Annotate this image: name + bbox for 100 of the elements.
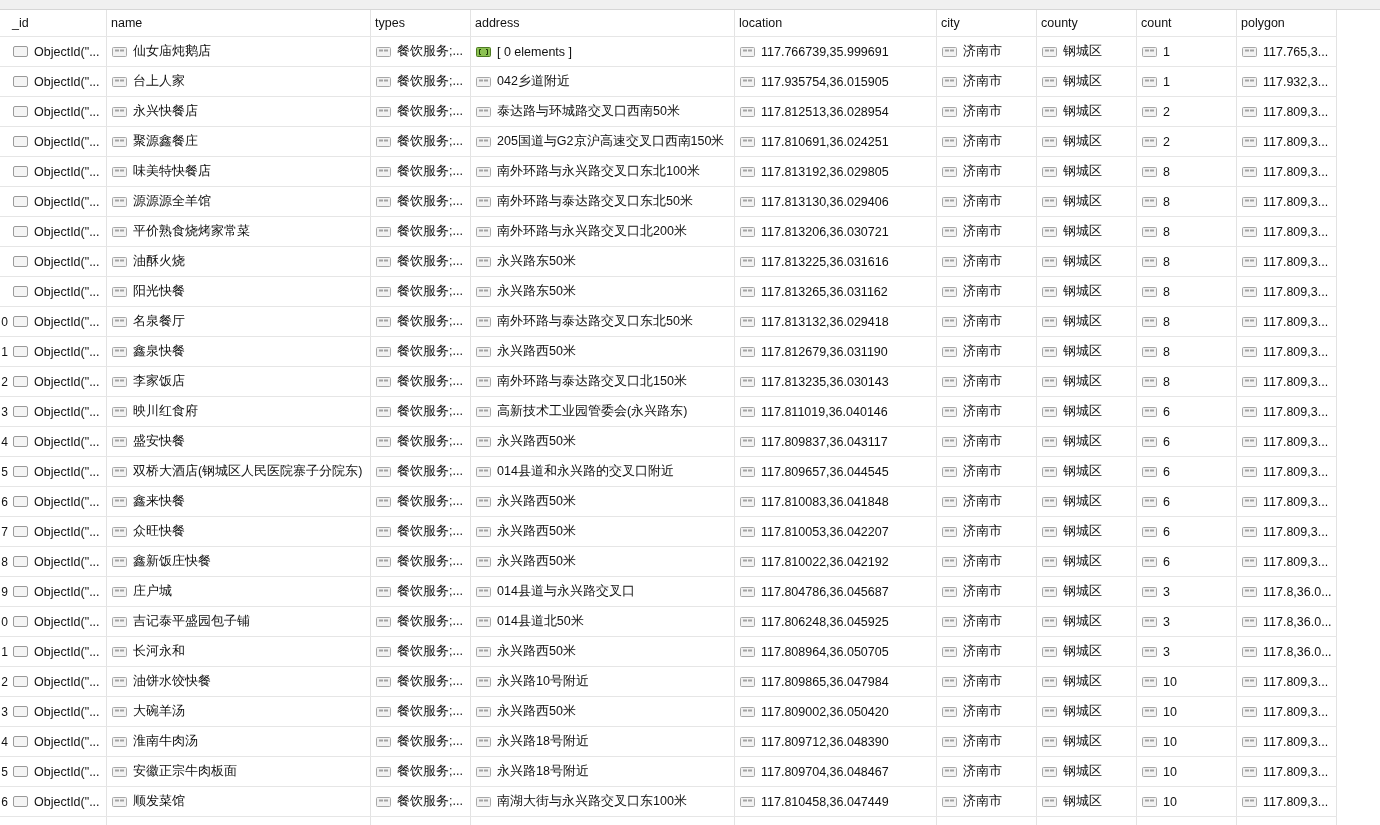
table-cell: 117.812513,36.028954 (761, 104, 889, 119)
quote-icon (476, 676, 491, 687)
quote-icon (1142, 766, 1157, 777)
row-number: 0 (1, 314, 8, 329)
table-cell: 117.8,36.0... (1263, 644, 1332, 659)
quote-icon (1042, 376, 1057, 387)
table-cell: 117.810691,36.024251 (761, 134, 889, 149)
table-cell: 济南市 (963, 283, 1002, 300)
table-cell: 117.809,3... (1263, 434, 1329, 449)
table-cell: 餐饮服务;... (397, 313, 463, 330)
column-header[interactable]: county (1041, 16, 1078, 30)
quote-icon (1042, 136, 1057, 147)
quote-icon (1042, 106, 1057, 117)
table-cell: 济南市 (963, 313, 1002, 330)
quote-icon (740, 376, 755, 387)
quote-icon (1042, 706, 1057, 717)
quote-icon (1242, 556, 1257, 567)
table-cell: 042乡道附近 (497, 73, 570, 90)
table-cell: ObjectId("... (34, 134, 100, 149)
quote-icon (1042, 796, 1057, 807)
column-header[interactable]: name (111, 16, 143, 30)
quote-icon (1242, 736, 1257, 747)
row-number: 1 (1, 644, 8, 659)
quote-icon (942, 436, 957, 447)
table-cell: 济南市 (963, 223, 1002, 240)
column-header[interactable]: polygon (1241, 16, 1285, 30)
quote-icon (112, 286, 127, 297)
quote-icon (376, 676, 391, 687)
quote-icon (1042, 736, 1057, 747)
quote-icon (112, 256, 127, 267)
table-cell: 117.813132,36.029418 (761, 314, 889, 329)
table-cell: 117.813130,36.029406 (761, 194, 889, 209)
table-cell: 南湖大街与永兴路交叉口东100米 (497, 793, 687, 810)
quote-icon (1042, 226, 1057, 237)
table-cell: 2 (1163, 104, 1170, 119)
table-cell: 餐饮服务;... (397, 733, 463, 750)
quote-icon (942, 796, 957, 807)
table-cell: 油酥火烧 (133, 253, 185, 270)
row-number: 5 (1, 764, 8, 779)
column-header[interactable]: count (1141, 16, 1172, 30)
table-cell: 117.804786,36.045687 (761, 584, 889, 599)
table-cell: 济南市 (963, 133, 1002, 150)
table-cell: 1 (1163, 74, 1170, 89)
table-cell: 钢城区 (1063, 493, 1102, 510)
table-cell: 钢城区 (1063, 373, 1102, 390)
column-header[interactable]: location (739, 16, 783, 30)
table-cell: ObjectId("... (34, 284, 100, 299)
quote-icon (1242, 226, 1257, 237)
quote-icon (1142, 646, 1157, 657)
quote-icon (112, 76, 127, 87)
quote-icon (476, 376, 491, 387)
table-cell: 钢城区 (1063, 283, 1102, 300)
table-cell: 济南市 (963, 73, 1002, 90)
quote-icon (476, 316, 491, 327)
table-cell: 济南市 (963, 583, 1002, 600)
table-cell: 餐饮服务;... (397, 793, 463, 810)
quote-icon (112, 316, 127, 327)
table-cell: 117.809,3... (1263, 764, 1329, 779)
table-cell: 117.809,3... (1263, 284, 1329, 299)
square-icon (13, 496, 28, 507)
quote-icon (740, 796, 755, 807)
column-header[interactable]: address (475, 16, 520, 30)
quote-icon (1242, 466, 1257, 477)
table-cell: 阳光快餐 (133, 283, 185, 300)
quote-icon (112, 226, 127, 237)
quote-icon (476, 706, 491, 717)
square-icon (13, 526, 28, 537)
quote-icon (1142, 466, 1157, 477)
table-cell: 6 (1163, 494, 1170, 509)
quote-icon (112, 106, 127, 117)
table-cell: 油饼水饺快餐 (133, 673, 211, 690)
table-cell: 6 (1163, 434, 1170, 449)
table-cell: 济南市 (963, 793, 1002, 810)
column-header[interactable]: _id (12, 16, 29, 30)
row-number: 2 (1, 674, 8, 689)
column-header[interactable]: city (941, 16, 960, 30)
quote-icon (740, 586, 755, 597)
quote-icon (1042, 616, 1057, 627)
table-cell: 117.809,3... (1263, 404, 1329, 419)
quote-icon (740, 706, 755, 717)
quote-icon (1142, 436, 1157, 447)
table-cell: 长河永和 (133, 643, 185, 660)
column-header[interactable]: types (375, 16, 405, 30)
table-cell: 顺发菜馆 (133, 793, 185, 810)
table-cell: 钢城区 (1063, 103, 1102, 120)
row-number: 9 (1, 584, 8, 599)
quote-icon (476, 646, 491, 657)
square-icon (13, 676, 28, 687)
quote-icon (740, 346, 755, 357)
square-icon (13, 436, 28, 447)
quote-icon (112, 736, 127, 747)
table-cell: 117.809,3... (1263, 794, 1329, 809)
table-cell: 永兴路东50米 (497, 253, 576, 270)
table-cell: [ 0 elements ] (497, 44, 573, 59)
quote-icon (376, 346, 391, 357)
table-cell: 永兴快餐店 (133, 103, 198, 120)
quote-icon (942, 286, 957, 297)
quote-icon (1242, 526, 1257, 537)
quote-icon (476, 496, 491, 507)
table-cell: 餐饮服务;... (397, 133, 463, 150)
